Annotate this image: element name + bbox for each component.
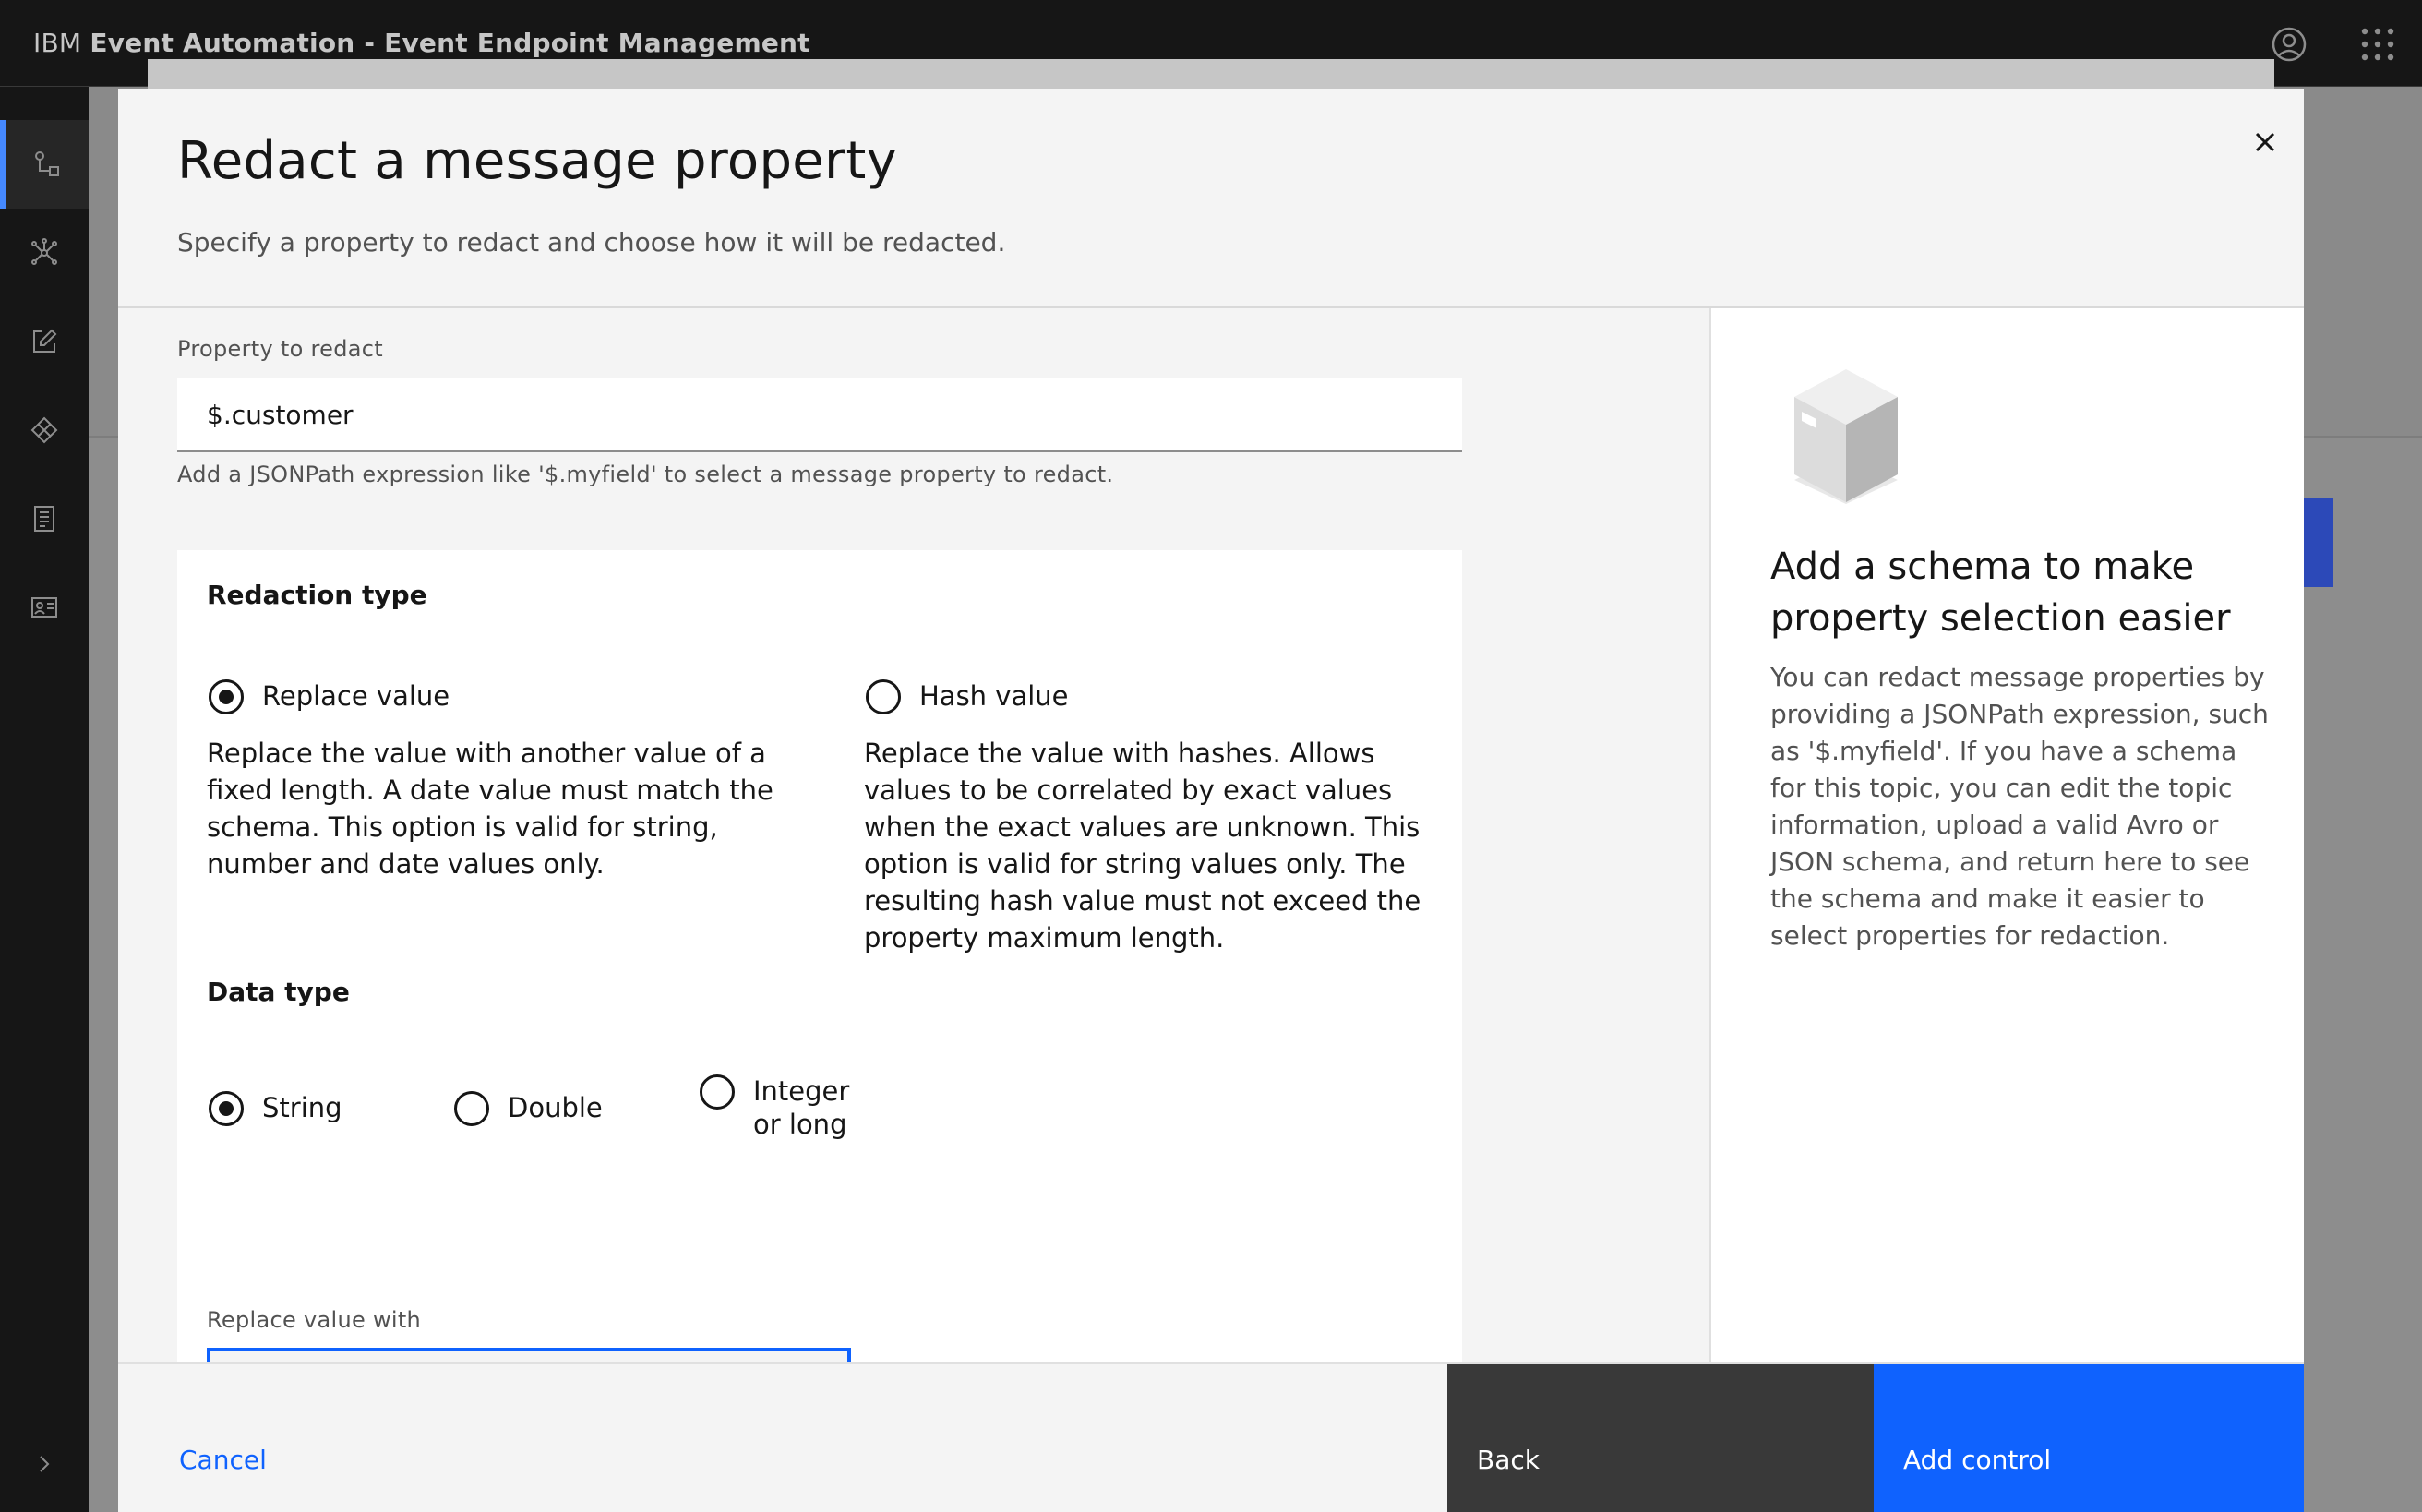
brand-name: IBM: [33, 28, 82, 58]
radio-label: Replace value: [262, 680, 450, 712]
radio-selected-icon: [209, 1091, 244, 1126]
modal-title: Redact a message property: [177, 131, 898, 191]
radio-double[interactable]: Double: [454, 1091, 603, 1126]
hash-value-description: Replace the value with hashes. Allows va…: [864, 738, 1421, 954]
radio-label: Double: [508, 1092, 603, 1123]
side-nav-network[interactable]: [0, 209, 89, 297]
back-button[interactable]: Back: [1447, 1364, 1874, 1512]
user-avatar-icon[interactable]: [2269, 24, 2309, 65]
side-nav-gateways[interactable]: [0, 386, 89, 474]
radio-integer-or-long[interactable]: Integer or long: [700, 1074, 849, 1141]
radio-label: Hash value: [919, 680, 1069, 712]
radio-selected-icon: [209, 679, 244, 714]
side-nav-edit[interactable]: [0, 297, 89, 386]
app-switcher-icon[interactable]: [2357, 24, 2398, 65]
side-nav-catalog[interactable]: [0, 474, 89, 563]
redaction-type-heading: Redaction type: [207, 580, 427, 610]
redact-property-modal: Redact a message property Specify a prop…: [118, 89, 2304, 1512]
add-control-button[interactable]: Add control: [1874, 1364, 2304, 1512]
network-icon: [31, 238, 57, 265]
chevron-right-icon: [40, 1456, 50, 1472]
close-button[interactable]: [2236, 113, 2295, 172]
gateway-icon: [30, 416, 58, 444]
data-type-heading: Data type: [207, 977, 350, 1007]
profile-card-icon: [31, 597, 57, 618]
close-icon: [2255, 132, 2275, 152]
schema-help-panel: Add a schema to make property selection …: [1709, 308, 2304, 1362]
cancel-button[interactable]: Cancel: [118, 1364, 1447, 1512]
side-nav-topology[interactable]: [0, 120, 89, 209]
schema-help-body: You can redact message properties by pro…: [1770, 662, 2269, 951]
schema-box-icon: [1794, 369, 1898, 504]
side-nav-profile[interactable]: [0, 563, 89, 652]
radio-label-line: Integer: [753, 1075, 850, 1107]
radio-unselected-icon: [454, 1091, 489, 1126]
radio-hash-value[interactable]: Hash value: [866, 679, 1069, 714]
product-title: Event Automation - Event Endpoint Manage…: [90, 28, 810, 58]
modal-footer: Cancel Back Add control: [118, 1362, 2304, 1512]
schema-help-title: Add a schema to make property selection …: [1770, 546, 2231, 640]
property-helper-text: Add a JSONPath expression like '$.myfiel…: [177, 462, 1114, 487]
topology-icon: [35, 151, 59, 176]
radio-label: Integer or long: [753, 1074, 849, 1141]
radio-label-line: or long: [753, 1109, 847, 1140]
radio-string[interactable]: String: [209, 1091, 342, 1126]
radio-unselected-icon: [866, 679, 901, 714]
radio-replace-value[interactable]: Replace value: [209, 679, 450, 714]
property-label: Property to redact: [177, 336, 383, 362]
edit-icon: [33, 329, 57, 353]
radio-unselected-icon: [700, 1074, 735, 1110]
replace-value-label: Replace value with: [207, 1307, 422, 1333]
radio-label: String: [262, 1092, 342, 1123]
replace-value-description: Replace the value with another value of …: [207, 738, 773, 880]
side-nav: [0, 87, 89, 1512]
catalog-icon: [34, 506, 54, 532]
property-input[interactable]: [177, 378, 1462, 452]
side-nav-expand[interactable]: [0, 1420, 89, 1508]
modal-subtitle: Specify a property to redact and choose …: [177, 227, 1006, 258]
